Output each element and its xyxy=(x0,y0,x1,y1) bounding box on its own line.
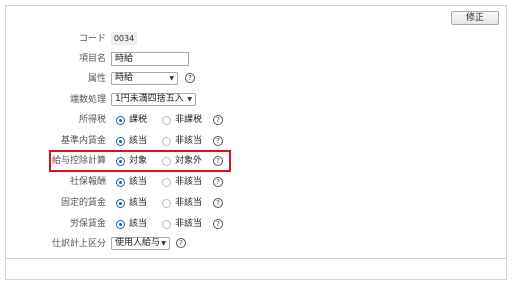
code-value: 0034 xyxy=(111,32,137,45)
income-tax-taxable-label: 課税 xyxy=(129,115,148,125)
social-insurance-not-applicable-label: 非該当 xyxy=(175,177,203,187)
help-icon[interactable]: ? xyxy=(213,198,223,208)
edit-button[interactable]: 修正 xyxy=(451,11,499,25)
social-insurance-label: 社保報酬 xyxy=(69,177,106,187)
help-icon[interactable]: ? xyxy=(213,115,223,125)
income-tax-taxable-radio[interactable] xyxy=(116,116,125,125)
item-name-label: 項目名 xyxy=(78,54,106,64)
social-insurance-applicable-radio[interactable] xyxy=(116,178,125,187)
rounding-select[interactable]: 1円未満四捨五入 ▼ xyxy=(111,93,196,106)
attribute-label: 属性 xyxy=(87,74,106,84)
chevron-down-icon: ▼ xyxy=(169,75,174,82)
standard-wage-label: 基準内賃金 xyxy=(60,136,106,146)
rounding-label: 端数処理 xyxy=(69,95,106,105)
journal-category-select[interactable]: 使用人給与 ▼ xyxy=(111,237,170,250)
fixed-wage-applicable-label: 該当 xyxy=(129,198,148,208)
salary-deduction-excluded-radio[interactable] xyxy=(162,157,171,166)
labor-insurance-applicable-label: 該当 xyxy=(129,219,148,229)
fixed-wage-label: 固定的賃金 xyxy=(60,198,106,208)
fixed-wage-not-applicable-radio[interactable] xyxy=(162,199,171,208)
help-icon[interactable]: ? xyxy=(213,156,223,166)
item-name-input[interactable]: 時給 xyxy=(111,52,189,66)
salary-deduction-label: 給与控除計算 xyxy=(51,156,106,166)
help-icon[interactable]: ? xyxy=(213,219,223,229)
journal-category-label: 仕訳計上区分 xyxy=(51,239,106,249)
help-icon[interactable]: ? xyxy=(213,136,223,146)
labor-insurance-label: 労保賃金 xyxy=(69,219,106,229)
income-tax-label: 所得税 xyxy=(78,115,106,125)
salary-deduction-target-label: 対象 xyxy=(129,156,148,166)
help-icon[interactable]: ? xyxy=(176,238,186,248)
fixed-wage-applicable-radio[interactable] xyxy=(116,199,125,208)
chevron-down-icon: ▼ xyxy=(187,96,192,103)
standard-wage-applicable-radio[interactable] xyxy=(116,137,125,146)
labor-insurance-not-applicable-radio[interactable] xyxy=(162,220,171,229)
attribute-select-value: 時給 xyxy=(115,73,134,83)
social-insurance-not-applicable-radio[interactable] xyxy=(162,178,171,187)
journal-category-select-value: 使用人給与 xyxy=(115,238,161,248)
code-label: コード xyxy=(78,34,106,44)
income-tax-nontaxable-radio[interactable] xyxy=(162,116,171,125)
income-tax-nontaxable-label: 非課税 xyxy=(175,115,203,125)
help-icon[interactable]: ? xyxy=(213,177,223,187)
chevron-down-icon: ▼ xyxy=(161,240,166,247)
labor-insurance-applicable-radio[interactable] xyxy=(116,220,125,229)
standard-wage-applicable-label: 該当 xyxy=(129,136,148,146)
attribute-select[interactable]: 時給 ▼ xyxy=(111,72,178,85)
standard-wage-not-applicable-label: 非該当 xyxy=(175,136,203,146)
labor-insurance-not-applicable-label: 非該当 xyxy=(175,219,203,229)
social-insurance-applicable-label: 該当 xyxy=(129,177,148,187)
salary-deduction-target-radio[interactable] xyxy=(116,157,125,166)
help-icon[interactable]: ? xyxy=(185,73,195,83)
standard-wage-not-applicable-radio[interactable] xyxy=(162,137,171,146)
salary-deduction-excluded-label: 対象外 xyxy=(175,156,203,166)
rounding-select-value: 1円未満四捨五入 xyxy=(115,94,184,104)
footer-divider xyxy=(5,258,507,259)
fixed-wage-not-applicable-label: 非該当 xyxy=(175,198,203,208)
